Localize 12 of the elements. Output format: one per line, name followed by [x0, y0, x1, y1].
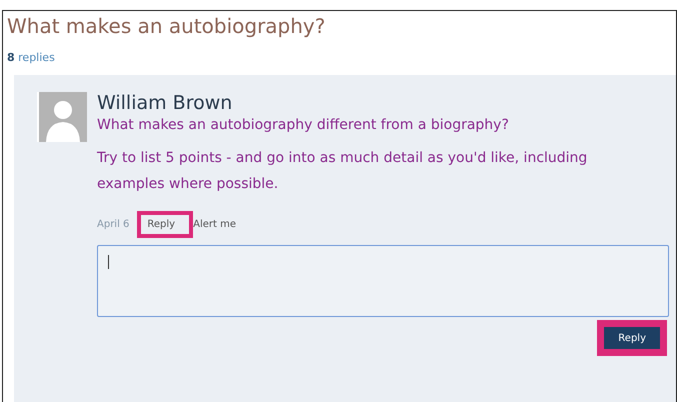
thread-title: What makes an autobiography?: [6, 13, 326, 39]
reply-field[interactable]: [97, 245, 669, 317]
post-question: What makes an autobiography different from a biography?: [97, 116, 510, 135]
alert-link[interactable]: Alert me: [193, 211, 236, 238]
avatar-icon: [37, 92, 87, 142]
reply-count: 8 replies: [6, 50, 56, 63]
text-cursor: [108, 255, 109, 269]
author-name: William Brown: [97, 91, 234, 115]
post-body: Try to list 5 points - and go into as much detail as you'd like, including examples where possible.: [97, 149, 588, 194]
reply-button[interactable]: Reply: [597, 320, 667, 356]
reply-link[interactable]: Reply: [137, 211, 194, 238]
post-date: April 6: [97, 219, 130, 230]
